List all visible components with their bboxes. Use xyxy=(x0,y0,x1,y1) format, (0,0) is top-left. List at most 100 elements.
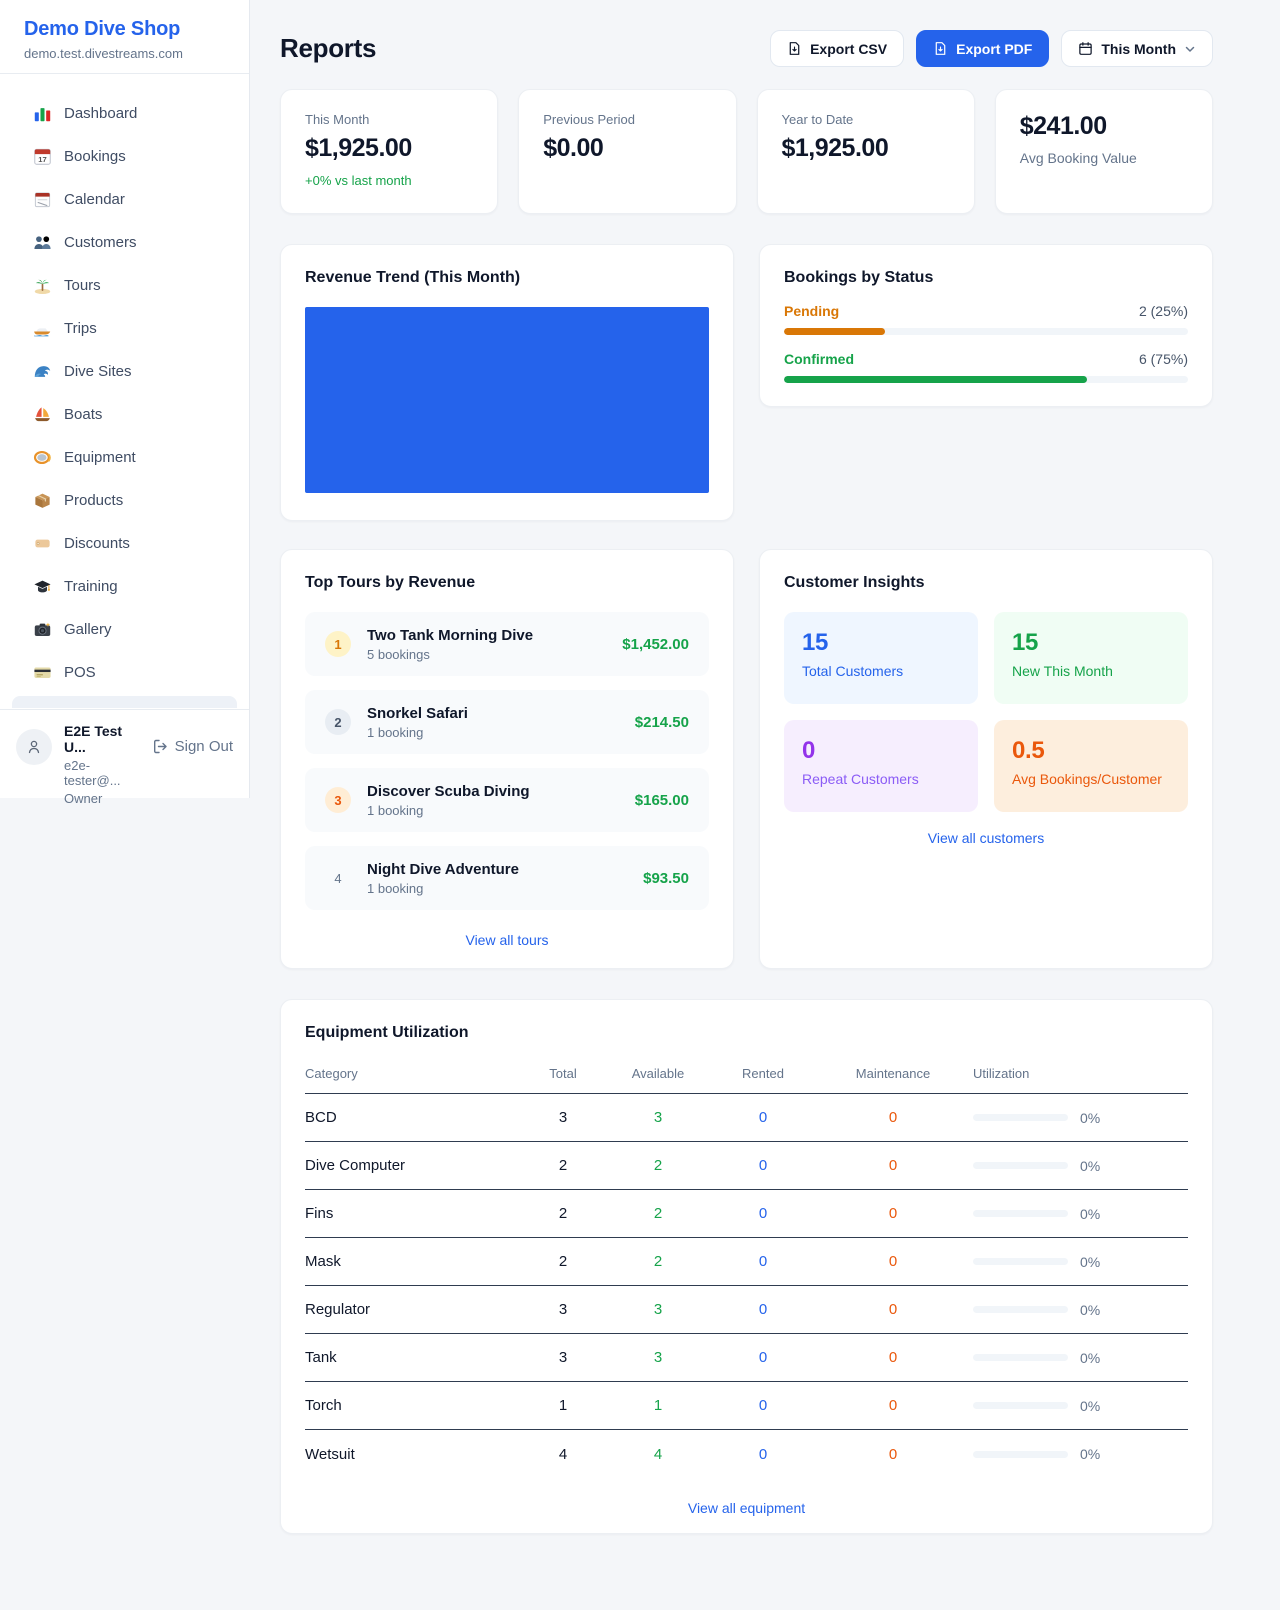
revenue-trend-card: Revenue Trend (This Month) xyxy=(280,244,734,521)
equipment-table-body: BCD 3 3 0 0 0% Dive Computer 2 2 0 0 xyxy=(305,1094,1188,1478)
table-row: Fins 2 2 0 0 0% xyxy=(305,1190,1188,1238)
view-all-tours-link[interactable]: View all tours xyxy=(305,932,709,948)
sidebar-item-label: Bookings xyxy=(64,148,126,165)
revenue-trend-title: Revenue Trend (This Month) xyxy=(305,269,709,287)
export-csv-button[interactable]: Export CSV xyxy=(770,30,904,67)
status-row-confirmed: Confirmed 6 (75%) xyxy=(784,351,1188,383)
table-row: Regulator 3 3 0 0 0% xyxy=(305,1286,1188,1334)
shop-domain: demo.test.divestreams.com xyxy=(24,46,225,61)
sidebar-item-dive-sites[interactable]: Dive Sites xyxy=(12,350,237,393)
rank-badge: 4 xyxy=(325,865,351,891)
export-pdf-button[interactable]: Export PDF xyxy=(916,30,1049,67)
sidebar-item-bookings[interactable]: 17 Bookings xyxy=(12,135,237,178)
sidebar-item-products[interactable]: Products xyxy=(12,479,237,522)
table-row: Dive Computer 2 2 0 0 0% xyxy=(305,1142,1188,1190)
period-dropdown[interactable]: This Month xyxy=(1061,30,1213,67)
progress-fill xyxy=(784,376,1087,383)
utilization-bar xyxy=(973,1210,1068,1217)
table-row: Tank 3 3 0 0 0% xyxy=(305,1334,1188,1382)
stat-card-previous-period: Previous Period $0.00 xyxy=(518,89,736,214)
file-download-icon xyxy=(933,41,948,56)
sidebar-item-dashboard[interactable]: Dashboard xyxy=(12,92,237,135)
chevron-down-icon xyxy=(1184,43,1196,55)
table-row: Torch 1 1 0 0 0% xyxy=(305,1382,1188,1430)
table-row: BCD 3 3 0 0 0% xyxy=(305,1094,1188,1142)
tour-list-item: 4 Night Dive Adventure 1 booking $93.50 xyxy=(305,846,709,910)
camera-icon xyxy=(33,620,52,639)
sidebar-item-discounts[interactable]: Discounts xyxy=(12,522,237,565)
sidebar-item-calendar[interactable]: Calendar xyxy=(12,178,237,221)
sidebar-item-customers[interactable]: Customers xyxy=(12,221,237,264)
sidebar-item-label: Equipment xyxy=(64,449,136,466)
sidebar-item-boats[interactable]: Boats xyxy=(12,393,237,436)
equipment-utilization-title: Equipment Utilization xyxy=(305,1024,1188,1042)
sidebar-item-training[interactable]: Training xyxy=(12,565,237,608)
equipment-utilization-card: Equipment Utilization Category Total Ava… xyxy=(280,999,1213,1534)
utilization-bar xyxy=(973,1402,1068,1409)
calendar-date-icon: 17 xyxy=(33,147,52,166)
sidebar-item-label: Boats xyxy=(64,406,102,423)
avatar xyxy=(16,729,52,765)
rank-badge: 1 xyxy=(325,631,351,657)
sidebar: Demo Dive Shop demo.test.divestreams.com… xyxy=(0,0,250,798)
table-row: Mask 2 2 0 0 0% xyxy=(305,1238,1188,1286)
rank-badge: 3 xyxy=(325,787,351,813)
sidebar-item-label: Products xyxy=(64,492,123,509)
insight-tile-total-customers: 15 Total Customers xyxy=(784,612,978,704)
customer-insights-card: Customer Insights 15 Total Customers 15 … xyxy=(759,549,1213,969)
dive-mask-icon xyxy=(33,448,52,467)
bookings-by-status-title: Bookings by Status xyxy=(784,269,1188,287)
user-panel: E2E Test U... e2e-tester@... Owner Sign … xyxy=(0,709,249,819)
utilization-bar xyxy=(973,1451,1068,1458)
tour-list-item: 3 Discover Scuba Diving 1 booking $165.0… xyxy=(305,768,709,832)
top-tours-card: Top Tours by Revenue 1 Two Tank Morning … xyxy=(280,549,734,969)
user-role: Owner xyxy=(64,791,140,806)
view-all-customers-link[interactable]: View all customers xyxy=(784,830,1188,846)
sidebar-item-partial-highlight xyxy=(12,696,237,708)
stat-card-this-month: This Month $1,925.00 +0% vs last month xyxy=(280,89,498,214)
sidebar-item-tours[interactable]: Tours xyxy=(12,264,237,307)
sidebar-item-pos[interactable]: POS xyxy=(12,651,237,694)
utilization-bar xyxy=(973,1306,1068,1313)
tag-icon xyxy=(33,534,52,553)
top-tours-title: Top Tours by Revenue xyxy=(305,574,709,592)
progress-track xyxy=(784,376,1188,383)
calendar-icon xyxy=(1078,41,1093,56)
wave-icon xyxy=(33,362,52,381)
sidebar-item-label: Trips xyxy=(64,320,97,337)
logout-icon xyxy=(152,738,169,755)
sign-out-button[interactable]: Sign Out xyxy=(152,738,233,755)
status-row-pending: Pending 2 (25%) xyxy=(784,303,1188,335)
speedboat-icon xyxy=(33,319,52,338)
stat-card-avg-booking-value: $241.00 Avg Booking Value xyxy=(995,89,1213,214)
progress-track xyxy=(784,328,1188,335)
utilization-bar xyxy=(973,1162,1068,1169)
table-header: Category Total Available Rented Maintena… xyxy=(305,1066,1188,1094)
svg-text:17: 17 xyxy=(38,155,46,164)
sidebar-item-label: Customers xyxy=(64,234,137,251)
people-icon xyxy=(33,233,52,252)
package-icon xyxy=(33,491,52,510)
credit-card-icon xyxy=(33,663,52,682)
sidebar-item-label: Training xyxy=(64,578,118,595)
sailboat-icon xyxy=(33,405,52,424)
table-row: Wetsuit 4 4 0 0 0% xyxy=(305,1430,1188,1478)
sidebar-item-equipment[interactable]: Equipment xyxy=(12,436,237,479)
rank-badge: 2 xyxy=(325,709,351,735)
customer-insights-title: Customer Insights xyxy=(784,574,1188,592)
insight-tile-new-this-month: 15 New This Month xyxy=(994,612,1188,704)
bookings-by-status-card: Bookings by Status Pending 2 (25%) Confi… xyxy=(759,244,1213,407)
user-email: e2e-tester@... xyxy=(64,758,140,788)
shop-name: Demo Dive Shop xyxy=(24,18,225,41)
shop-header: Demo Dive Shop demo.test.divestreams.com xyxy=(0,0,249,74)
progress-fill xyxy=(784,328,885,335)
main-content: Reports Export CSV Export PDF This Month… xyxy=(250,0,1280,1610)
graduation-cap-icon xyxy=(33,577,52,596)
sidebar-nav: Dashboard 17 Bookings Calendar Customers… xyxy=(0,74,249,708)
sidebar-item-gallery[interactable]: Gallery xyxy=(12,608,237,651)
sidebar-item-label: POS xyxy=(64,664,96,681)
island-icon xyxy=(33,276,52,295)
sidebar-item-trips[interactable]: Trips xyxy=(12,307,237,350)
sidebar-item-label: Dashboard xyxy=(64,105,137,122)
view-all-equipment-link[interactable]: View all equipment xyxy=(305,1500,1188,1516)
